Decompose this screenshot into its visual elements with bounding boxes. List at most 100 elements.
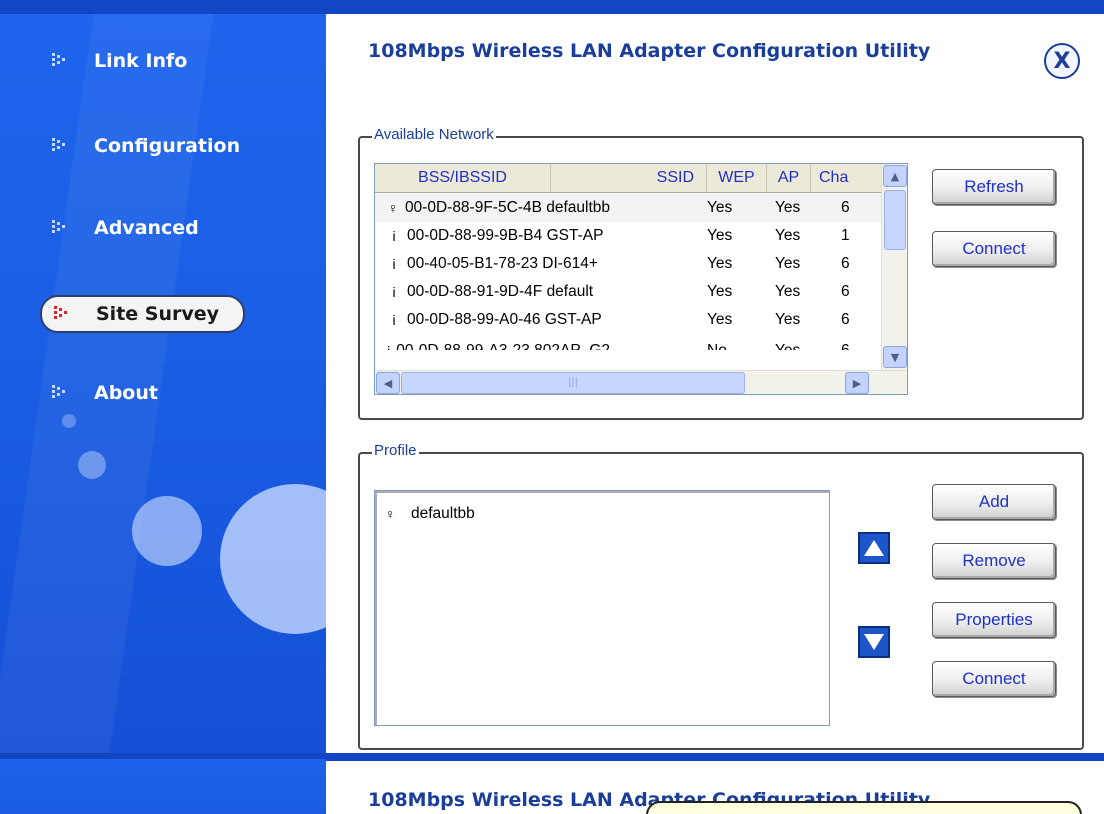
add-profile-button[interactable]: Add	[932, 484, 1056, 520]
antenna-profile-icon: ♀	[385, 506, 396, 522]
connect-network-button[interactable]: Connect	[932, 231, 1056, 267]
wep-cell: Yes	[707, 227, 733, 244]
move-down-button[interactable]	[858, 626, 890, 658]
table-row[interactable]: i 00-0D-88-99-A0-46 GST-AP Yes Yes 6	[375, 306, 881, 334]
bssid-cell: 00-0D-88-9F-5C-4B	[404, 199, 542, 216]
antenna-icon: i	[392, 284, 396, 300]
properties-button[interactable]: Properties	[932, 602, 1056, 638]
list-item[interactable]: ♀ defaultbb	[385, 505, 475, 523]
ssid-cell: default	[546, 283, 594, 300]
scroll-right-icon[interactable]: ▶	[845, 372, 869, 394]
wep-cell: Yes	[707, 311, 733, 328]
table-row[interactable]: i 00-0D-88-91-9D-4F default Yes Yes 6	[375, 278, 881, 306]
sidebar	[0, 14, 326, 753]
tooltip-popup	[646, 801, 1082, 814]
channel-cell: 6	[841, 342, 871, 350]
menu-dots-icon	[52, 305, 74, 323]
bssid-cell: 00-0D-88-99-9B-B4	[407, 227, 543, 244]
refresh-button[interactable]: Refresh	[932, 169, 1056, 205]
arrow-down-icon	[864, 634, 884, 650]
decorative-bubble	[78, 451, 106, 479]
wep-cell: Yes	[707, 199, 733, 216]
ssid-cell: defaultbb	[546, 199, 610, 216]
list-header: BSS/IBSSID SSID WEP AP Cha	[375, 164, 881, 193]
sidebar-item-link-info[interactable]: Link Info	[50, 46, 187, 76]
decorative-bubble	[62, 414, 76, 428]
sidebar-item-site-survey[interactable]: Site Survey	[40, 295, 246, 333]
channel-cell: 6	[841, 283, 850, 300]
ap-cell: Yes	[775, 342, 841, 350]
sidebar-item-configuration[interactable]: Configuration	[50, 131, 240, 161]
channel-cell: 6	[841, 199, 850, 216]
antenna-profile-icon: ♀	[387, 200, 399, 216]
bssid-cell: 00-0D-88-99-A0-46	[407, 311, 541, 328]
profile-legend: Profile	[372, 442, 419, 459]
ssid-cell: GST-AP	[544, 311, 602, 328]
remove-profile-button[interactable]: Remove	[932, 543, 1056, 579]
decorative-bubble	[132, 496, 202, 566]
column-header-wep[interactable]: WEP	[707, 164, 767, 192]
horizontal-scrollbar[interactable]: ◀ ||| ▶	[375, 370, 907, 394]
sidebar-item-label: Configuration	[94, 135, 241, 157]
antenna-icon: i	[385, 343, 392, 350]
menu-dots-icon	[50, 137, 72, 155]
antenna-icon: i	[392, 312, 396, 328]
move-up-button[interactable]	[858, 532, 890, 564]
antenna-icon: i	[392, 228, 396, 244]
ap-cell: Yes	[775, 311, 801, 328]
channel-cell: 6	[841, 255, 850, 272]
profile-name: defaultbb	[411, 505, 475, 522]
close-icon: X	[1053, 48, 1071, 74]
scroll-up-icon[interactable]: ▲	[883, 165, 907, 187]
table-row[interactable]: i 00-40-05-B1-78-23 DI-614+ Yes Yes 6	[375, 250, 881, 278]
second-window-strip: 108Mbps Wireless LAN Adapter Configurati…	[0, 753, 1104, 814]
available-network-legend: Available Network	[372, 126, 496, 143]
window-title: 108Mbps Wireless LAN Adapter Configurati…	[368, 40, 931, 62]
ap-cell: Yes	[775, 255, 801, 272]
wep-cell: Yes	[707, 283, 733, 300]
channel-cell: 6	[841, 311, 850, 328]
ap-cell: Yes	[775, 227, 801, 244]
sidebar-item-advanced[interactable]: Advanced	[50, 213, 199, 243]
sidebar-item-label: Site Survey	[96, 303, 220, 325]
menu-dots-icon	[50, 52, 72, 70]
bssid-cell: 00-40-05-B1-78-23	[407, 255, 538, 272]
ssid-cell: 802AP_G2	[534, 342, 610, 350]
column-header-ap[interactable]: AP	[767, 164, 811, 192]
sidebar-item-label: Advanced	[94, 217, 199, 239]
wep-cell: No	[610, 342, 775, 350]
sidebar-item-label: Link Info	[94, 50, 188, 72]
menu-dots-icon	[50, 384, 72, 402]
available-network-list[interactable]: BSS/IBSSID SSID WEP AP Cha ♀ 00-0D-88-9F-…	[374, 163, 908, 395]
column-header-ssid[interactable]: SSID	[551, 164, 707, 192]
table-row[interactable]: i 00-0D-88-99-9B-B4 GST-AP Yes Yes 1	[375, 222, 881, 250]
close-button[interactable]: X	[1044, 43, 1080, 79]
ssid-cell: GST-AP	[546, 227, 604, 244]
scroll-down-icon[interactable]: ▼	[883, 346, 907, 368]
ssid-cell: DI-614+	[542, 255, 598, 272]
list-rows: ♀ 00-0D-88-9F-5C-4B defaultbb Yes Yes 6 i…	[375, 194, 881, 350]
ap-cell: Yes	[775, 283, 801, 300]
bssid-cell: 00-0D-88-91-9D-4F	[407, 283, 543, 300]
ap-cell: Yes	[775, 199, 801, 216]
connect-profile-button[interactable]: Connect	[932, 661, 1056, 697]
decorative-bubble	[220, 484, 326, 634]
second-window-sidebar	[0, 759, 326, 814]
bssid-cell: 00-0D-88-99-A3-23	[396, 342, 530, 350]
column-header-bssid[interactable]: BSS/IBSSID	[375, 164, 551, 192]
antenna-icon: i	[392, 256, 396, 272]
sidebar-item-about[interactable]: About	[50, 378, 158, 408]
arrow-up-icon	[864, 540, 884, 556]
profile-list[interactable]: ♀ defaultbb	[374, 490, 830, 726]
scrollbar-thumb[interactable]	[884, 190, 906, 250]
scroll-left-icon[interactable]: ◀	[376, 372, 400, 394]
menu-dots-icon	[50, 219, 72, 237]
channel-cell: 1	[841, 227, 850, 244]
scrollbar-thumb[interactable]: |||	[401, 372, 745, 394]
vertical-scrollbar[interactable]: ▲ ▼	[881, 164, 907, 370]
wep-cell: Yes	[707, 255, 733, 272]
table-row[interactable]: ♀ 00-0D-88-9F-5C-4B defaultbb Yes Yes 6	[375, 194, 881, 222]
table-row[interactable]: i 00-0D-88-99-A3-23 802AP_G2 No Yes 6	[375, 334, 881, 350]
column-header-channel[interactable]: Cha	[811, 164, 881, 192]
sidebar-item-label: About	[94, 382, 158, 404]
